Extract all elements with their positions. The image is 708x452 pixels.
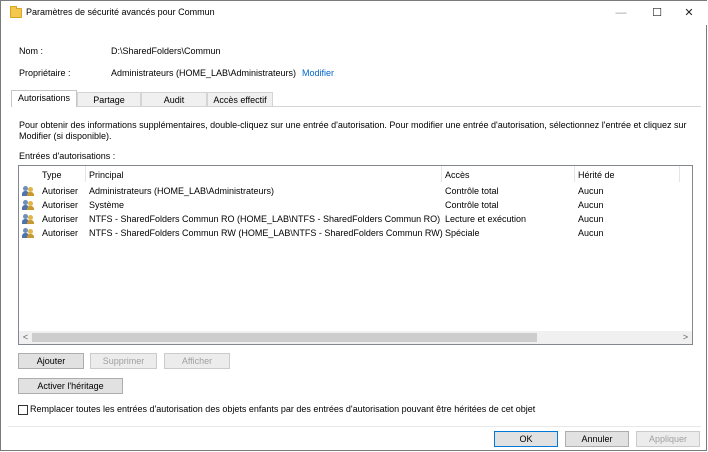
access-cell: Contrôle total bbox=[445, 186, 499, 196]
users-icon bbox=[22, 214, 34, 224]
window-title: Paramètres de sécurité avancés pour Comm… bbox=[26, 7, 215, 17]
tab-effective-access[interactable]: Accès effectif bbox=[207, 92, 273, 106]
scrollbar-thumb[interactable] bbox=[32, 333, 537, 342]
close-button[interactable]: ✕ bbox=[673, 1, 705, 25]
remove-button[interactable]: Supprimer bbox=[90, 353, 157, 369]
tab-audit[interactable]: Audit bbox=[141, 92, 207, 106]
scroll-right-icon[interactable]: > bbox=[679, 331, 692, 344]
instructions-line2: Modifier (si disponible). bbox=[19, 131, 112, 141]
tab-panel-border bbox=[11, 106, 701, 107]
principal-cell: Système bbox=[89, 200, 125, 210]
access-cell: Lecture et exécution bbox=[445, 214, 527, 224]
tab-label: Accès effectif bbox=[213, 95, 267, 105]
tab-label: Autorisations bbox=[17, 93, 71, 103]
type-cell: Autoriser bbox=[42, 214, 79, 224]
tab-sharing[interactable]: Partage bbox=[77, 92, 141, 106]
tab-permissions[interactable]: Autorisations bbox=[11, 90, 77, 107]
permissions-list[interactable]: Type Principal Accès Hérité de Autoriser… bbox=[18, 165, 693, 345]
view-button[interactable]: Afficher bbox=[164, 353, 230, 369]
folder-icon bbox=[10, 6, 22, 18]
users-icon bbox=[22, 186, 34, 196]
column-divider[interactable] bbox=[85, 166, 86, 182]
table-row[interactable]: Autoriser Système Contrôle total Aucun bbox=[19, 198, 692, 212]
replace-child-permissions-checkbox[interactable] bbox=[18, 405, 28, 415]
scroll-left-icon[interactable]: < bbox=[19, 331, 32, 344]
inherited-cell: Aucun bbox=[578, 214, 604, 224]
horizontal-scrollbar[interactable]: < > bbox=[19, 331, 692, 344]
table-row[interactable]: Autoriser NTFS - SharedFolders Commun RW… bbox=[19, 226, 692, 240]
cancel-button[interactable]: Annuler bbox=[565, 431, 629, 447]
replace-child-permissions-label[interactable]: Remplacer toutes les entrées d'autorisat… bbox=[30, 404, 535, 414]
principal-cell: Administrateurs (HOME_LAB\Administrateur… bbox=[89, 186, 275, 196]
instructions-line1: Pour obtenir des informations supplément… bbox=[19, 120, 687, 130]
add-button[interactable]: Ajouter bbox=[18, 353, 84, 369]
inherited-cell: Aucun bbox=[578, 200, 604, 210]
access-cell: Contrôle total bbox=[445, 200, 499, 210]
access-cell: Spéciale bbox=[445, 228, 480, 238]
ok-button[interactable]: OK bbox=[494, 431, 558, 447]
footer-divider bbox=[8, 426, 701, 427]
principal-cell: NTFS - SharedFolders Commun RO (HOME_LAB… bbox=[89, 214, 441, 224]
owner-value: Administrateurs (HOME_LAB\Administrateur… bbox=[111, 68, 297, 78]
table-row[interactable]: Autoriser NTFS - SharedFolders Commun RO… bbox=[19, 212, 692, 226]
column-header-principal[interactable]: Principal bbox=[89, 168, 124, 182]
maximize-button[interactable]: ☐ bbox=[641, 1, 673, 25]
tab-label: Audit bbox=[163, 95, 185, 105]
change-owner-link[interactable]: Modifier bbox=[302, 68, 334, 78]
users-icon bbox=[22, 200, 34, 210]
type-cell: Autoriser bbox=[42, 186, 79, 196]
column-header-inherited[interactable]: Hérité de bbox=[578, 168, 615, 182]
column-header-type[interactable]: Type bbox=[42, 168, 62, 182]
name-label: Nom : bbox=[19, 46, 44, 56]
type-cell: Autoriser bbox=[42, 228, 79, 238]
column-header-access[interactable]: Accès bbox=[445, 168, 470, 182]
owner-label: Propriétaire : bbox=[19, 68, 71, 78]
principal-cell: NTFS - SharedFolders Commun RW (HOME_LAB… bbox=[89, 228, 443, 238]
users-icon bbox=[22, 228, 34, 238]
title-bar[interactable]: Paramètres de sécurité avancés pour Comm… bbox=[1, 1, 707, 25]
inherited-cell: Aucun bbox=[578, 228, 604, 238]
security-dialog: Paramètres de sécurité avancés pour Comm… bbox=[0, 0, 707, 451]
minimize-button[interactable]: — bbox=[605, 1, 637, 25]
column-divider[interactable] bbox=[441, 166, 442, 182]
inherited-cell: Aucun bbox=[578, 186, 604, 196]
table-row[interactable]: Autoriser Administrateurs (HOME_LAB\Admi… bbox=[19, 184, 692, 198]
tab-label: Partage bbox=[93, 95, 125, 105]
type-cell: Autoriser bbox=[42, 200, 79, 210]
column-divider[interactable] bbox=[574, 166, 575, 182]
apply-button[interactable]: Appliquer bbox=[636, 431, 700, 447]
entries-label: Entrées d'autorisations : bbox=[19, 151, 116, 161]
name-value: D:\SharedFolders\Commun bbox=[111, 46, 221, 56]
enable-inheritance-button[interactable]: Activer l'héritage bbox=[18, 378, 123, 394]
column-divider[interactable] bbox=[679, 166, 680, 182]
